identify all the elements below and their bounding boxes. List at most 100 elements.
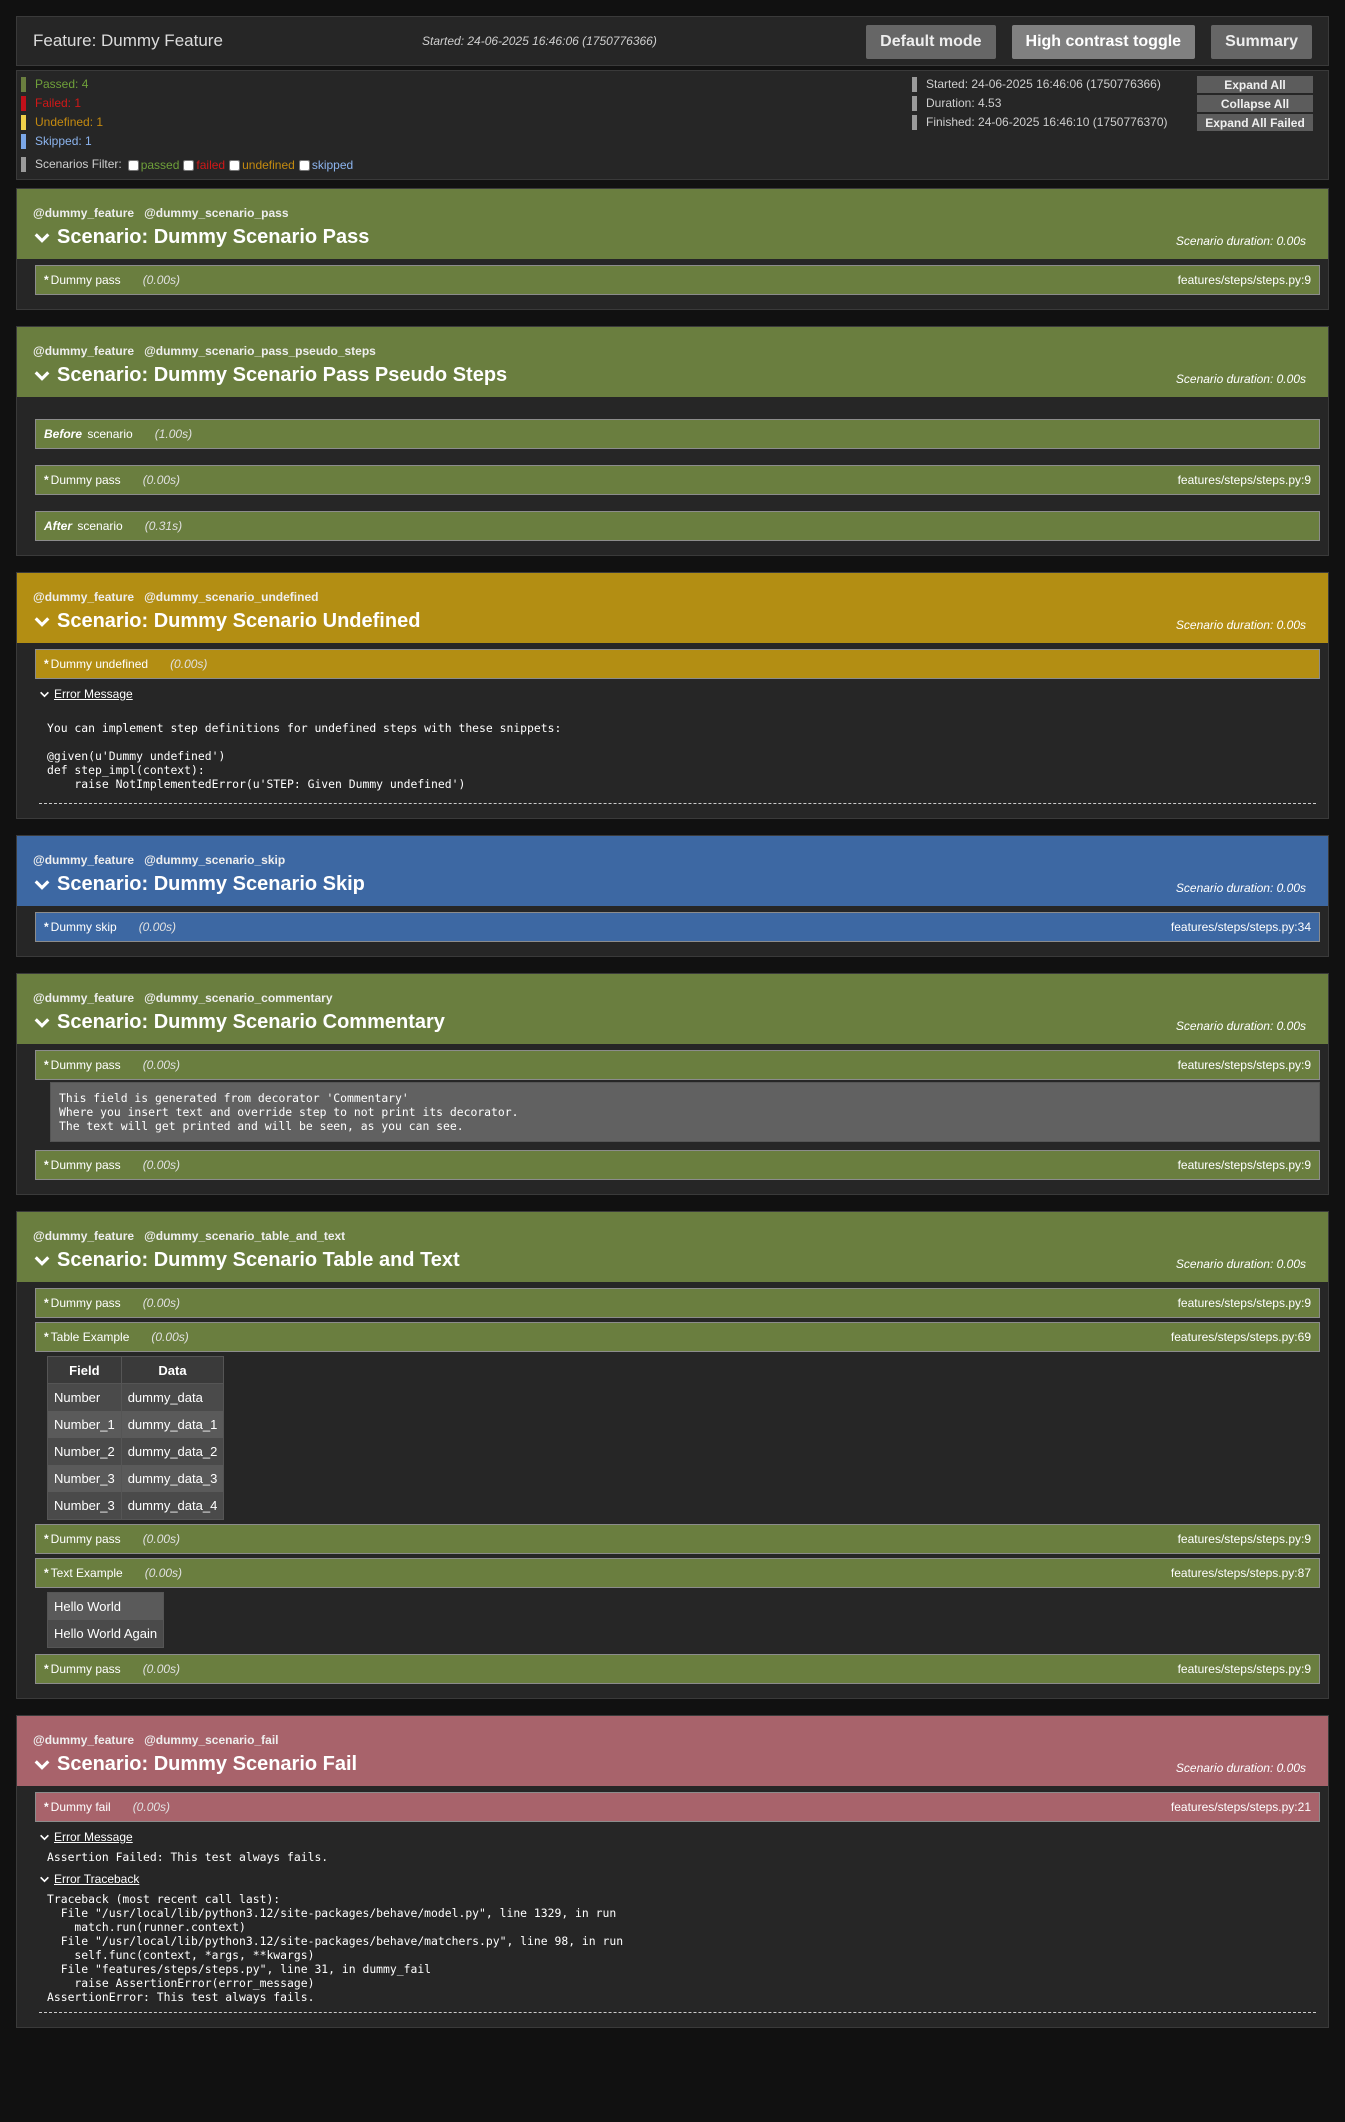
scenario-header[interactable]: @dummy_feature @dummy_scenario_undefined …: [17, 573, 1328, 643]
filter-undefined-checkbox[interactable]: [229, 159, 241, 171]
text-line: Hello World Again: [48, 1620, 164, 1647]
chevron-down-icon[interactable]: [33, 613, 51, 631]
scenario-tags: @dummy_feature @dummy_scenario_fail: [33, 1733, 279, 1747]
feature-started: Started: 24-06-2025 16:46:06 (1750776366…: [422, 34, 657, 48]
step-row[interactable]: * Dummy pass (0.00s) features/steps/step…: [35, 265, 1320, 295]
scenario-title: Scenario: Dummy Scenario Undefined: [57, 610, 421, 632]
scenario-header[interactable]: @dummy_feature @dummy_scenario_fail Scena…: [17, 1716, 1328, 1786]
step-row[interactable]: * Dummy pass (0.00s) features/steps/step…: [35, 1288, 1320, 1318]
step-row[interactable]: After scenario (0.31s): [35, 511, 1320, 541]
summary-panel: Passed: 4 Failed: 1 Undefined: 1 Skipped…: [16, 70, 1329, 180]
collapse-all-button[interactable]: Collapse All: [1197, 95, 1313, 112]
filter-failed[interactable]: failed: [183, 158, 225, 172]
scenario-tags: @dummy_feature @dummy_scenario_pass: [33, 206, 289, 220]
table-row: Number dummy_data: [47, 1383, 225, 1411]
scenario-tags: @dummy_feature @dummy_scenario_table_and_…: [33, 1229, 346, 1243]
scenario-header[interactable]: @dummy_feature @dummy_scenario_pass_pseud…: [17, 327, 1328, 397]
expand-all-button[interactable]: Expand All: [1197, 76, 1313, 93]
scenarios-filter: Scenarios Filter: passed failed undefine…: [21, 157, 357, 172]
table-row: Number_3 dummy_data_4: [47, 1492, 225, 1520]
error-traceback-toggle[interactable]: Error Traceback: [39, 1872, 1316, 1886]
scenario-duration: Scenario duration: 0.00s: [1175, 1761, 1306, 1775]
step-location: features/steps/steps.py:9: [1177, 1532, 1311, 1546]
chevron-down-icon[interactable]: [33, 1252, 51, 1270]
scenario-tags: @dummy_feature @dummy_scenario_skip: [33, 853, 286, 867]
step-row[interactable]: * Dummy pass (0.00s) features/steps/step…: [35, 1150, 1320, 1180]
feature-title: Feature: Dummy Feature: [33, 31, 223, 50]
step-location: features/steps/steps.py:69: [1170, 1330, 1311, 1344]
scenario-skip: @dummy_feature @dummy_scenario_skip Scena…: [16, 835, 1329, 957]
high-contrast-toggle-button[interactable]: High contrast toggle: [1011, 25, 1196, 59]
scenario-duration: Scenario duration: 0.00s: [1175, 372, 1306, 386]
table-header-row: Field Data: [47, 1356, 225, 1384]
divider: [39, 803, 1316, 804]
scenario-duration: Scenario duration: 0.00s: [1175, 234, 1306, 248]
text-block: Hello World Hello World Again: [47, 1592, 165, 1648]
chevron-down-icon[interactable]: [33, 1756, 51, 1774]
step-row[interactable]: * Text Example (0.00s) features/steps/st…: [35, 1558, 1320, 1588]
step-row[interactable]: * Dummy undefined (0.00s): [35, 649, 1320, 679]
error-traceback-text: Traceback (most recent call last): File …: [47, 1892, 624, 2004]
scenario-title: Scenario: Dummy Scenario Commentary: [57, 1011, 445, 1033]
error-message-text: You can implement step definitions for u…: [47, 721, 562, 791]
step-location: features/steps/steps.py:21: [1170, 1800, 1311, 1814]
scenario-header[interactable]: @dummy_feature @dummy_scenario_table_and_…: [17, 1212, 1328, 1282]
table-row: Number_2 dummy_data_2: [47, 1438, 225, 1465]
chevron-down-icon[interactable]: [33, 229, 51, 247]
scenario-tags: @dummy_feature @dummy_scenario_commentary: [33, 991, 333, 1005]
filter-passed-checkbox[interactable]: [127, 159, 139, 171]
scenario-table-and-text: @dummy_feature @dummy_scenario_table_and_…: [16, 1211, 1329, 1699]
step-location: features/steps/steps.py:9: [1177, 273, 1311, 287]
filter-failed-checkbox[interactable]: [183, 159, 195, 171]
scenario-tags: @dummy_feature @dummy_scenario_undefined: [33, 590, 319, 604]
error-message-text: Assertion Failed: This test always fails…: [47, 1850, 329, 1864]
step-row[interactable]: * Dummy pass (0.00s) features/steps/step…: [35, 1050, 1320, 1080]
step-row[interactable]: * Dummy skip (0.00s) features/steps/step…: [35, 912, 1320, 942]
step-location: features/steps/steps.py:9: [1177, 1158, 1311, 1172]
step-row[interactable]: * Dummy pass (0.00s) features/steps/step…: [35, 1654, 1320, 1684]
data-table: Field Data Number dummy_data Number_1 du…: [47, 1356, 225, 1520]
filter-skipped[interactable]: skipped: [298, 158, 353, 172]
chevron-down-icon[interactable]: [33, 367, 51, 385]
step-row[interactable]: Before scenario (1.00s): [35, 419, 1320, 449]
step-row[interactable]: * Dummy pass (0.00s) features/steps/step…: [35, 1524, 1320, 1554]
table-row: Number_1 dummy_data_1: [47, 1411, 225, 1438]
expand-all-failed-button[interactable]: Expand All Failed: [1197, 114, 1313, 131]
step-row[interactable]: * Dummy pass (0.00s) features/steps/step…: [35, 465, 1320, 495]
scenario-header[interactable]: @dummy_feature @dummy_scenario_skip Scena…: [17, 836, 1328, 906]
default-mode-button[interactable]: Default mode: [866, 25, 996, 59]
step-row[interactable]: * Table Example (0.00s) features/steps/s…: [35, 1322, 1320, 1352]
error-message-toggle[interactable]: Error Message: [39, 1830, 1316, 1844]
chevron-down-icon[interactable]: [33, 1014, 51, 1032]
scenario-title: Scenario: Dummy Scenario Table and Text: [57, 1249, 460, 1271]
scenario-duration: Scenario duration: 0.00s: [1175, 1019, 1306, 1033]
run-duration: Duration: 4.53: [912, 96, 1001, 111]
scenario-commentary: @dummy_feature @dummy_scenario_commentary…: [16, 973, 1329, 1195]
table-row: Number_3 dummy_data_3: [47, 1465, 225, 1492]
divider: [39, 2012, 1316, 2013]
scenario-tags: @dummy_feature @dummy_scenario_pass_pseud…: [33, 344, 376, 358]
text-line: Hello World: [48, 1593, 164, 1620]
scenario-duration: Scenario duration: 0.00s: [1175, 618, 1306, 632]
error-message-toggle[interactable]: Error Message: [39, 687, 1316, 701]
scenario-duration: Scenario duration: 0.00s: [1175, 881, 1306, 895]
feature-header: Feature: Dummy Feature Started: 24-06-20…: [16, 16, 1329, 66]
scenario-title: Scenario: Dummy Scenario Pass: [57, 226, 370, 248]
scenario-header[interactable]: @dummy_feature @dummy_scenario_commentary…: [17, 974, 1328, 1044]
scenario-fail: @dummy_feature @dummy_scenario_fail Scena…: [16, 1715, 1329, 2028]
filter-skipped-checkbox[interactable]: [298, 159, 310, 171]
scenario-undefined: @dummy_feature @dummy_scenario_undefined …: [16, 572, 1329, 819]
filter-passed[interactable]: passed: [127, 158, 179, 172]
step-row[interactable]: * Dummy fail (0.00s) features/steps/step…: [35, 1792, 1320, 1822]
scenario-pass: @dummy_feature @dummy_scenario_pass Scena…: [16, 188, 1329, 310]
scenario-header[interactable]: @dummy_feature @dummy_scenario_pass Scena…: [17, 189, 1328, 259]
scenario-title: Scenario: Dummy Scenario Fail: [57, 1753, 358, 1775]
step-location: features/steps/steps.py:34: [1170, 920, 1311, 934]
step-location: features/steps/steps.py:9: [1177, 1058, 1311, 1072]
failed-count: Failed: 1: [21, 96, 81, 111]
passed-count: Passed: 4: [21, 77, 88, 92]
summary-button[interactable]: Summary: [1211, 25, 1312, 59]
scenario-title: Scenario: Dummy Scenario Skip: [57, 873, 365, 895]
chevron-down-icon[interactable]: [33, 876, 51, 894]
filter-undefined[interactable]: undefined: [229, 158, 295, 172]
